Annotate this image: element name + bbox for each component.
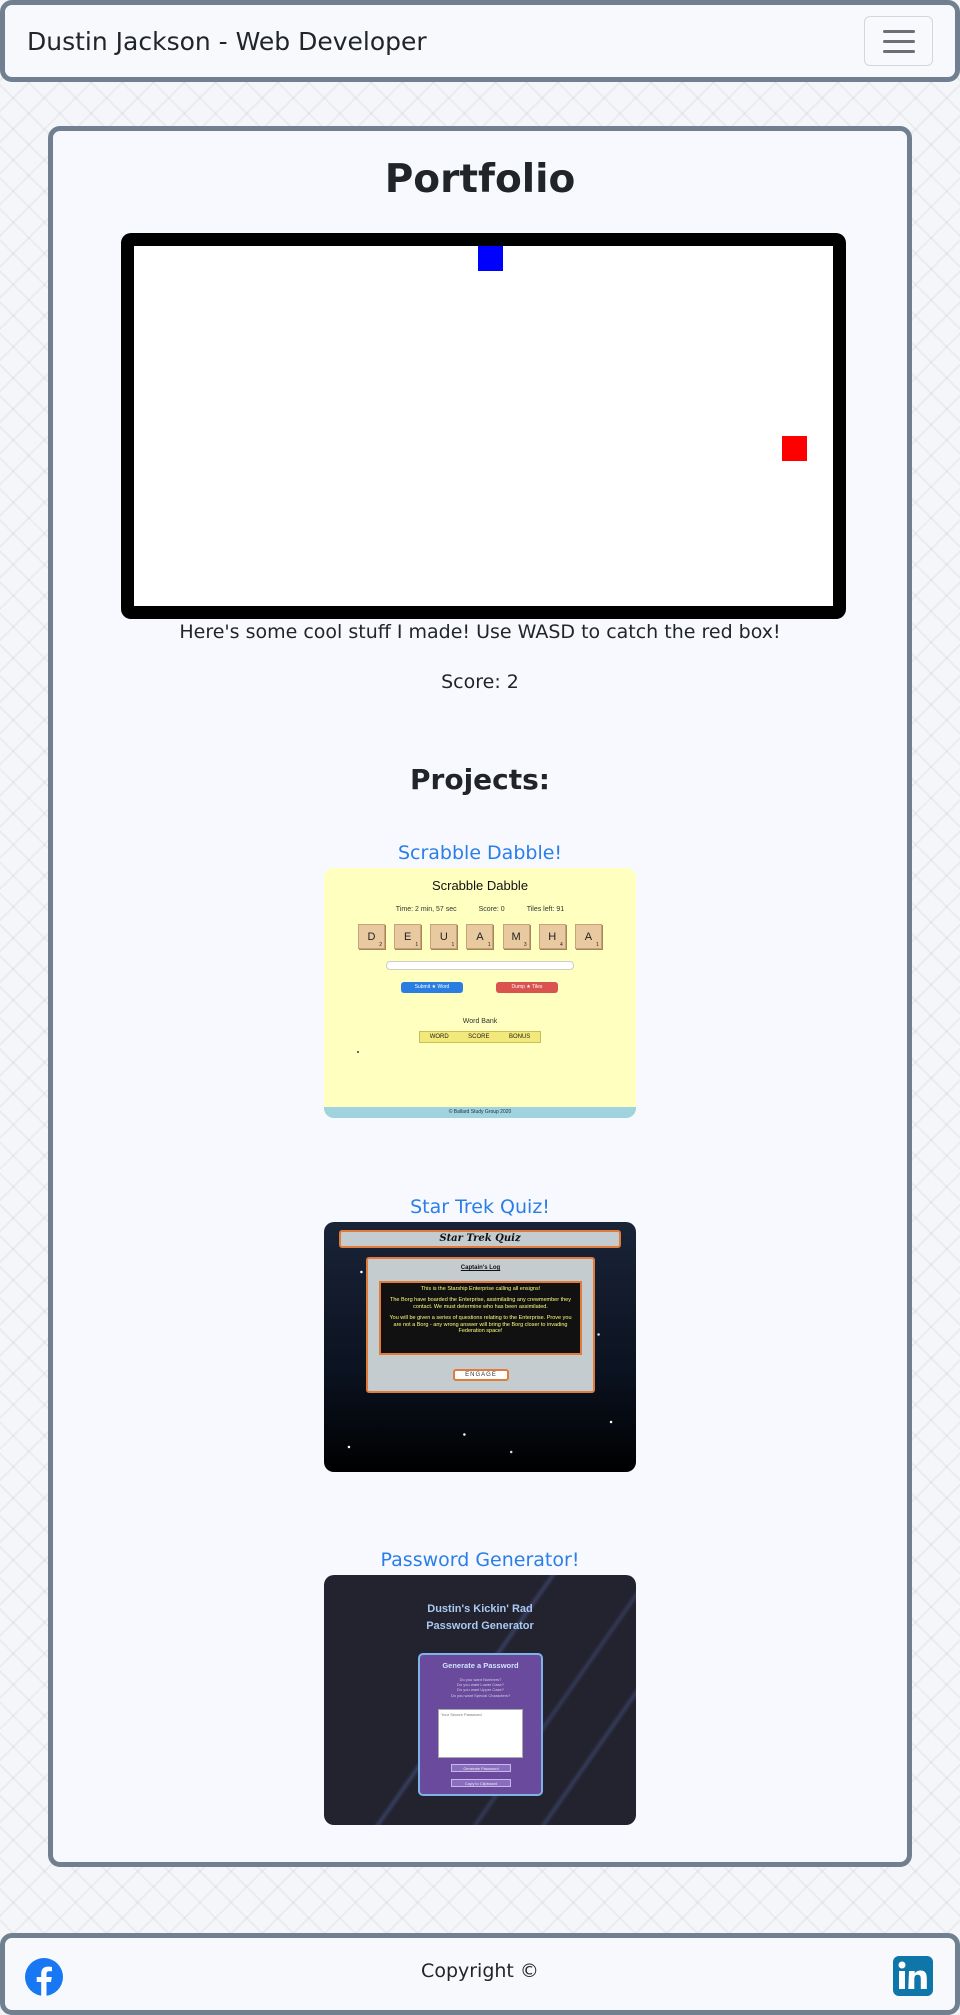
navbar: Dustin Jackson - Web Developer	[0, 0, 960, 82]
scrabble-tile: H4	[538, 924, 566, 949]
score-display: Score: 2	[53, 671, 907, 693]
password-thumb-title: Dustin's Kickin' Rad Password Generator	[426, 1603, 534, 1633]
main-card: Portfolio Here's some cool stuff I made!…	[48, 126, 912, 1867]
page-title: Portfolio	[384, 157, 576, 202]
star-trek-panel: Captain's Log This is the Starship Enter…	[366, 1257, 595, 1393]
project-thumbnail-star-trek[interactable]: Star Trek Quiz Captain's Log This is the…	[324, 1222, 636, 1472]
scrabble-tile: U1	[430, 924, 458, 949]
score-label: Score:	[441, 671, 501, 693]
star-trek-message: This is the Starship Enterprise calling …	[379, 1281, 582, 1355]
project-link-star-trek[interactable]: Star Trek Quiz!	[53, 1196, 907, 1218]
player-box	[478, 246, 503, 271]
scrabble-word-bank-header: WORD SCORE BONUS	[419, 1031, 541, 1043]
scrabble-word-input	[386, 961, 574, 970]
scrabble-thumb-stats: Time: 2 min, 57 sec Score: 0 Tiles left:…	[395, 906, 565, 913]
linkedin-icon[interactable]	[893, 1956, 933, 1996]
menu-toggle-button[interactable]	[864, 16, 933, 66]
scrabble-submit-button: Submit ★ Word	[401, 982, 463, 993]
projects-heading: Projects:	[410, 763, 550, 796]
project-link-scrabble[interactable]: Scrabble Dabble!	[53, 842, 907, 864]
scrabble-dump-button: Dump ★ Tiles	[496, 982, 558, 993]
scrabble-tile-rack: D2 E1 U1 A1 M3 H4 A1	[358, 924, 602, 949]
generate-password-button: Generate Password	[451, 1764, 511, 1772]
game-caption: Here's some cool stuff I made! Use WASD …	[179, 621, 781, 643]
scrabble-tile: M3	[502, 924, 530, 949]
star-trek-log-title: Captain's Log	[460, 1265, 501, 1271]
password-options: Do you want Numbers? Do you want Lower C…	[450, 1677, 511, 1698]
score-value: 2	[506, 671, 519, 693]
password-output: Your Secure Password	[438, 1709, 523, 1758]
copyright-text: Copyright ©	[421, 1960, 539, 1982]
game-canvas[interactable]	[121, 233, 846, 619]
page-footer: Copyright ©	[0, 1933, 960, 2015]
scrabble-tile: A1	[574, 924, 602, 949]
password-card-title: Generate a Password	[442, 1661, 519, 1670]
password-card: Generate a Password Do you want Numbers?…	[418, 1653, 543, 1796]
scrabble-dot	[357, 1051, 359, 1053]
scrabble-tile: E1	[394, 924, 422, 949]
scrabble-word-bank-title: Word Bank	[462, 1018, 498, 1025]
copy-clipboard-button: Copy to Clipboard	[451, 1779, 511, 1787]
hamburger-icon	[882, 29, 915, 33]
target-box	[782, 436, 807, 461]
scrabble-footer: © Ballard Study Group 2020	[324, 1107, 636, 1118]
scrabble-thumb-title: Scrabble Dabble	[431, 878, 529, 893]
project-thumbnail-scrabble[interactable]: Scrabble Dabble Time: 2 min, 57 sec Scor…	[324, 868, 636, 1118]
project-link-password-generator[interactable]: Password Generator!	[53, 1549, 907, 1571]
brand-title[interactable]: Dustin Jackson - Web Developer	[27, 27, 427, 56]
scrabble-tile: D2	[358, 924, 385, 949]
scrabble-tile: A1	[466, 924, 494, 949]
star-trek-engage-button: ENGAGE	[453, 1369, 509, 1381]
project-thumbnail-password-generator[interactable]: Dustin's Kickin' Rad Password Generator …	[324, 1575, 636, 1825]
star-trek-thumb-title: Star Trek Quiz	[339, 1230, 621, 1248]
